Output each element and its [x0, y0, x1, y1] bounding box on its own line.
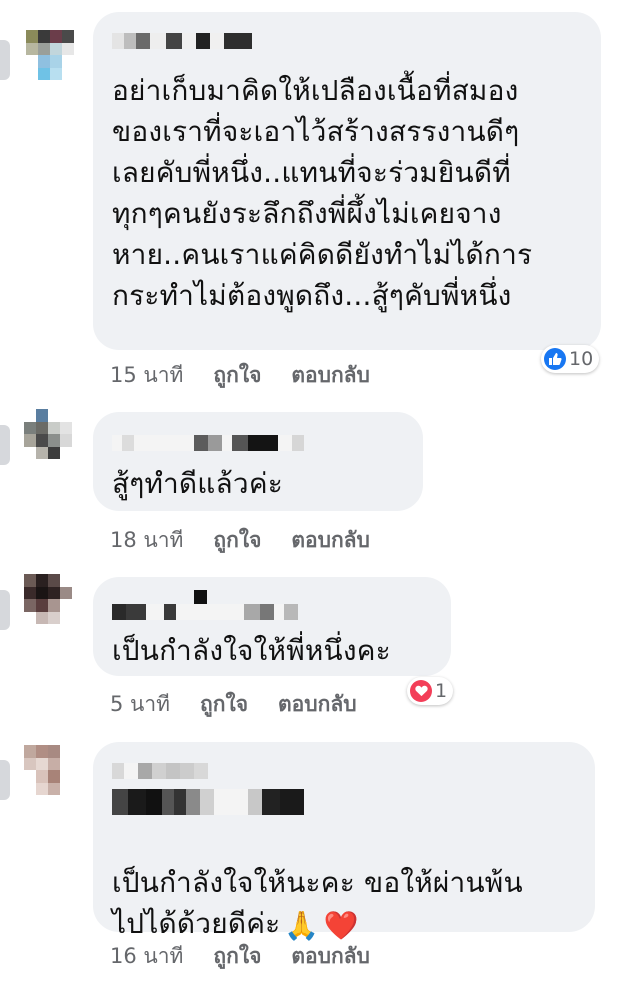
reaction-count[interactable]: 10 [541, 345, 600, 373]
avatar[interactable] [24, 745, 72, 795]
thumbs-up-icon [544, 348, 566, 370]
timestamp: 16 นาที [110, 944, 184, 968]
comment-text: เป็นกำลังใจให้พี่หนึ่งคะ [112, 634, 391, 667]
comment-actions: 18 นาที ถูกใจ ตอบกลับ [110, 524, 370, 557]
timestamp: 15 นาที [110, 363, 184, 387]
reaction-number: 1 [435, 680, 448, 702]
reply-button[interactable]: ตอบกลับ [291, 940, 370, 973]
comment-2: สู้ๆทำดีแล้วค่ะ 18 นาที ถูกใจ ตอบกลับ [0, 395, 640, 555]
avatar[interactable] [26, 30, 74, 80]
comment-3: เป็นกำลังใจให้พี่หนึ่งคะ 5 นาที ถูกใจ ตอ… [0, 560, 640, 725]
comment-actions: 16 นาที ถูกใจ ตอบกลับ [110, 940, 370, 973]
reply-button[interactable]: ตอบกลับ [291, 524, 370, 557]
comment-text: สู้ๆทำดีแล้วค่ะ [112, 467, 283, 500]
avatar[interactable] [24, 574, 72, 624]
comment-actions: 15 นาที ถูกใจ ตอบกลับ [110, 359, 370, 392]
reaction-count[interactable]: 1 [407, 677, 454, 705]
comment-text: อย่าเก็บมาคิดให้เปลืองเนื้อที่สมอง ของเร… [112, 74, 533, 312]
reaction-number: 10 [569, 348, 594, 370]
reply-button[interactable]: ตอบกลับ [291, 359, 370, 392]
author-name-redacted[interactable] [112, 604, 298, 620]
comment-text: เป็นกำลังใจให้นะคะ ขอให้ผ่านพ้น ไปได้ด้ว… [112, 821, 582, 946]
author-name-redacted[interactable] [112, 435, 304, 451]
like-button[interactable]: ถูกใจ [200, 688, 248, 721]
comment-actions: 5 นาที ถูกใจ ตอบกลับ [110, 688, 357, 721]
like-button[interactable]: ถูกใจ [213, 524, 261, 557]
reply-button[interactable]: ตอบกลับ [278, 688, 357, 721]
author-name-redacted [112, 789, 304, 815]
avatar[interactable] [24, 409, 72, 459]
author-name-redacted [194, 590, 207, 604]
timestamp: 18 นาที [110, 528, 184, 552]
comment-1: อย่าเก็บมาคิดให้เปลืองเนื้อที่สมอง ของเร… [0, 0, 640, 395]
author-name-redacted[interactable] [112, 763, 208, 779]
comment-4: เป็นกำลังใจให้นะคะ ขอให้ผ่านพ้น ไปได้ด้ว… [0, 725, 640, 985]
author-name-redacted[interactable] [112, 33, 252, 49]
like-button[interactable]: ถูกใจ [213, 940, 261, 973]
heart-icon [410, 680, 432, 702]
like-button[interactable]: ถูกใจ [213, 359, 261, 392]
timestamp: 5 นาที [110, 692, 171, 716]
